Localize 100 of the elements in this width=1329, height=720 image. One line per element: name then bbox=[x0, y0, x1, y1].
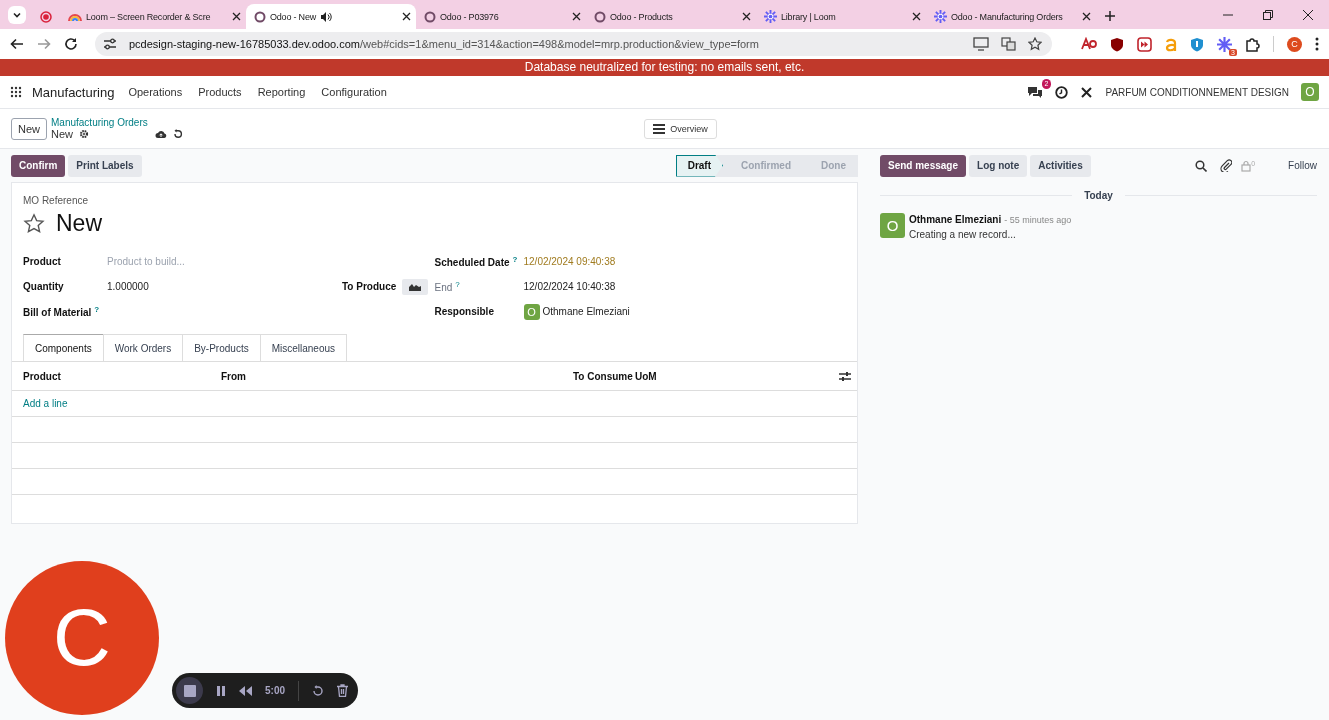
company-name[interactable]: PARFUM CONDITIONNEMENT DESIGN bbox=[1105, 86, 1289, 98]
chatter-button[interactable]: Activities bbox=[1030, 154, 1091, 177]
close-icon[interactable] bbox=[572, 12, 581, 21]
site-settings-icon[interactable] bbox=[103, 37, 117, 51]
gear-icon[interactable] bbox=[79, 129, 90, 139]
address-bar[interactable]: pcdesign-staging-new-16785033.dev.odoo.com/web#cids=1&menu_id=314&action=498&model=mrp.production&view_type=form bbox=[95, 32, 1052, 56]
forward-icon[interactable] bbox=[37, 37, 51, 51]
menu-icon bbox=[653, 123, 666, 134]
url-text: pcdesign-staging-new-16785033.dev.odoo.com/web#cids=1&menu_id=314&action=498&model=mrp.production&view_type=form bbox=[129, 38, 760, 50]
tab-title: Library | Loom bbox=[781, 11, 836, 22]
tab-title: Odoo - Products bbox=[610, 11, 673, 22]
user-avatar: O bbox=[523, 303, 540, 320]
browser-tab[interactable]: Library | Loom bbox=[756, 4, 926, 29]
user-avatar: O bbox=[880, 213, 905, 238]
browser-tab[interactable]: Odoo - Manufacturing Orders bbox=[926, 4, 1096, 29]
extension-icon[interactable] bbox=[1081, 37, 1097, 51]
search-icon[interactable] bbox=[1195, 159, 1208, 172]
rewind-icon[interactable] bbox=[239, 685, 252, 696]
close-icon[interactable] bbox=[912, 12, 921, 21]
chat-icon[interactable] bbox=[1027, 85, 1044, 99]
close-icon[interactable] bbox=[742, 12, 751, 21]
notebook-tab[interactable]: Components bbox=[23, 334, 104, 361]
breadcrumb-link[interactable]: Manufacturing Orders bbox=[51, 117, 184, 128]
field-label: MO Reference bbox=[23, 195, 90, 206]
browser-tab[interactable]: Odoo - P03976 bbox=[416, 4, 586, 29]
input-field[interactable]: 1.000000 bbox=[107, 281, 257, 292]
action-button[interactable]: Print Labels bbox=[68, 154, 142, 177]
notebook-tab[interactable]: Miscellaneous bbox=[259, 334, 348, 361]
message-time: - 55 minutes ago bbox=[1004, 215, 1072, 225]
column-header[interactable]: From bbox=[221, 370, 573, 382]
restore-icon[interactable] bbox=[1263, 10, 1273, 20]
pause-icon[interactable] bbox=[216, 684, 226, 697]
flower-icon bbox=[764, 10, 777, 23]
field-label: Responsible bbox=[434, 306, 495, 317]
reload-icon[interactable] bbox=[64, 37, 78, 51]
menu-item[interactable]: Configuration bbox=[321, 86, 387, 98]
tab-search-button[interactable] bbox=[8, 6, 26, 24]
field-label: Scheduled Date $^{?}$ bbox=[434, 254, 519, 269]
clock-icon[interactable] bbox=[1055, 85, 1069, 99]
area-chart-icon bbox=[409, 282, 422, 291]
browser-tab[interactable]: Odoo - Products bbox=[586, 4, 756, 29]
column-header[interactable]: Product bbox=[23, 370, 221, 382]
trash-icon[interactable] bbox=[337, 684, 348, 697]
warning-banner: Database neutralized for testing: no emails sent, etc. bbox=[0, 59, 1329, 76]
profile-avatar[interactable]: C bbox=[1287, 36, 1302, 52]
message-author[interactable]: Othmane Elmeziani bbox=[909, 214, 1002, 225]
rainbow-icon bbox=[68, 11, 82, 22]
new-button[interactable]: New bbox=[11, 117, 47, 140]
stop-icon bbox=[183, 684, 196, 697]
paperclip-icon[interactable] bbox=[1220, 159, 1233, 172]
overview-button[interactable]: Overview bbox=[644, 118, 717, 139]
close-icon[interactable] bbox=[1303, 10, 1313, 20]
chatter-button[interactable]: Send message bbox=[880, 154, 967, 177]
recording-timer: 5:00 bbox=[265, 685, 285, 696]
circle-icon bbox=[424, 10, 436, 23]
apps-menu-icon[interactable] bbox=[10, 86, 22, 98]
follow-button[interactable]: Follow bbox=[1288, 160, 1317, 171]
action-button[interactable]: Confirm bbox=[11, 154, 66, 177]
field-label: Quantity bbox=[23, 281, 65, 292]
add-line-link[interactable]: Add a line bbox=[23, 398, 68, 409]
status-stage[interactable]: Draft bbox=[675, 154, 723, 177]
browser-tab[interactable]: Loom – Screen Recorder & Scre bbox=[60, 4, 246, 29]
cloud-upload-icon[interactable] bbox=[155, 129, 168, 139]
puzzle-icon[interactable] bbox=[1245, 36, 1260, 52]
column-header[interactable]: UoM bbox=[635, 370, 839, 382]
field-label: Bill of Material $^{?}$ bbox=[23, 304, 101, 319]
undo-icon[interactable] bbox=[173, 129, 184, 139]
column-header[interactable]: To Consume bbox=[573, 370, 635, 382]
date-field[interactable]: 12/02/2024 09:40:38 bbox=[523, 256, 674, 267]
flower-icon bbox=[934, 10, 947, 23]
translate-icon[interactable] bbox=[1001, 37, 1016, 51]
menu-item[interactable]: Operations bbox=[128, 86, 183, 98]
star-icon[interactable] bbox=[1028, 37, 1042, 51]
new-tab-icon[interactable] bbox=[1104, 10, 1116, 22]
close-icon[interactable] bbox=[232, 12, 241, 21]
menu-item[interactable]: Products bbox=[198, 86, 242, 98]
stop-button[interactable] bbox=[176, 677, 203, 704]
browser-tab[interactable]: Odoo - New bbox=[246, 4, 416, 29]
back-icon[interactable] bbox=[10, 37, 24, 51]
close-icon[interactable] bbox=[402, 12, 411, 21]
install-icon[interactable] bbox=[973, 37, 989, 51]
restart-icon[interactable] bbox=[312, 684, 324, 697]
close-icon[interactable] bbox=[1082, 12, 1091, 21]
date-field[interactable]: 12/02/2024 10:40:38 bbox=[523, 281, 674, 292]
app-name[interactable]: Manufacturing bbox=[32, 84, 115, 100]
tab-title: Odoo - Manufacturing Orders bbox=[951, 11, 1063, 22]
forecast-button[interactable] bbox=[402, 278, 429, 295]
shield-icon[interactable] bbox=[1110, 36, 1124, 52]
more-icon[interactable] bbox=[1315, 37, 1319, 51]
star-icon[interactable] bbox=[23, 212, 45, 235]
fast-forward-icon[interactable] bbox=[1137, 36, 1152, 52]
menu-item[interactable]: Reporting bbox=[257, 86, 306, 98]
circle-icon bbox=[594, 10, 606, 23]
flower-icon[interactable] bbox=[1217, 36, 1232, 52]
sliders-icon[interactable] bbox=[839, 370, 851, 382]
field-label: Product bbox=[23, 256, 62, 267]
field-label: To Produce bbox=[342, 281, 397, 292]
chatter-button[interactable]: Log note bbox=[969, 154, 1028, 177]
message-text: Creating a new record... bbox=[909, 229, 1017, 240]
user-name[interactable]: Othmane Elmeziani bbox=[542, 306, 630, 317]
